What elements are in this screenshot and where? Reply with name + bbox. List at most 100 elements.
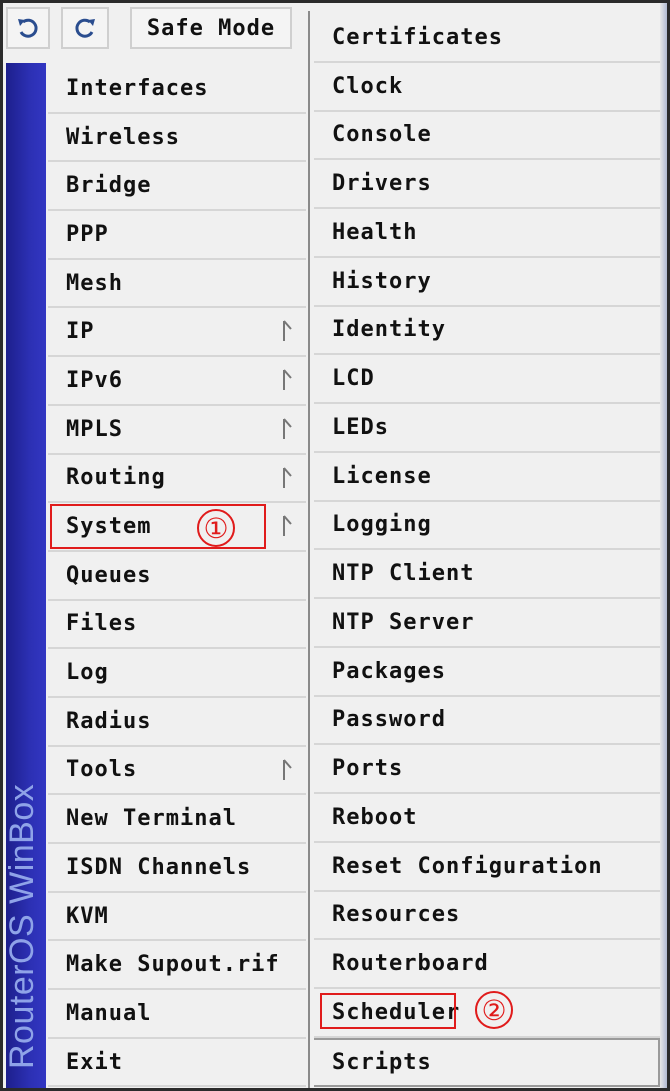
submenu-item-identity[interactable]: Identity [314,307,660,356]
submenu-item-label: NTP Client [332,561,475,587]
menu-item-label: Make Supout.rif [66,952,280,978]
submenu-item-label: Routerboard [332,951,489,977]
menu-item-exit[interactable]: Exit [48,1039,306,1088]
submenu-item-certificates[interactable]: Certificates [314,14,660,63]
window-edge [660,3,667,1088]
menu-item-label: Mesh [66,270,123,296]
submenu-arrow-icon [283,515,292,537]
submenu-item-routerboard[interactable]: Routerboard [314,940,660,989]
menu-item-label: Manual [66,1000,152,1026]
menu-item-wireless[interactable]: Wireless [48,114,306,163]
menu-item-label: Wireless [66,124,180,150]
system-submenu: Certificates Clock Console Drivers Health His… [308,11,662,1088]
submenu-arrow-icon [283,418,292,439]
menu-item-label: Bridge [66,173,152,199]
submenu-item-label: LCD [332,366,375,392]
menu-item-label: ISDN Channels [66,854,252,880]
submenu-item-label: Scripts [332,1049,432,1075]
menu-item-label: System [66,514,152,540]
menu-item-mesh[interactable]: Mesh [48,260,306,309]
menu-item-label: New Terminal [66,806,237,832]
submenu-item-label: Reboot [332,804,418,830]
menu-item-label: Queues [66,562,152,588]
menu-item-queues[interactable]: Queues [48,552,306,601]
submenu-item-ntp-server[interactable]: NTP Server [314,599,660,648]
annotation-marker-2: ② [475,991,513,1029]
submenu-item-label: Logging [332,512,432,538]
toolbar: Safe Mode [3,3,308,63]
menu-item-routing[interactable]: Routing [48,455,306,504]
submenu-item-label: Identity [332,317,446,343]
submenu-arrow-icon [283,466,292,488]
submenu-item-packages[interactable]: Packages [314,648,660,697]
menu-item-tools[interactable]: Tools [48,747,306,796]
submenu-item-label: Reset Configuration [332,853,603,879]
redo-icon [75,18,95,38]
menu-item-label: Tools [66,757,138,783]
submenu-item-label: License [332,463,432,489]
submenu-item-label: Password [332,707,446,733]
safe-mode-button[interactable]: Safe Mode [130,7,292,49]
menu-item-radius[interactable]: Radius [48,698,306,747]
submenu-item-label: Clock [332,73,404,99]
menu-item-ipv6[interactable]: IPv6 [48,357,306,406]
system-submenu-list: Certificates Clock Console Drivers Health His… [314,14,660,1087]
menu-item-make-supout-rif[interactable]: Make Supout.rif [48,941,306,991]
submenu-item-leds[interactable]: LEDs [314,404,660,453]
submenu-item-drivers[interactable]: Drivers [314,160,660,209]
submenu-item-scripts[interactable]: Scripts [314,1037,660,1087]
menu-item-isdn-channels[interactable]: ISDN Channels [48,844,306,893]
undo-icon [18,18,38,38]
menu-item-ip[interactable]: IP [48,308,306,358]
menu-item-manual[interactable]: Manual [48,990,306,1039]
menu-item-label: Routing [66,465,166,491]
submenu-item-label: Packages [332,658,446,684]
menu-item-label: MPLS [66,416,123,442]
brand-bar: RouterOS WinBox [6,63,46,1088]
menu-item-bridge[interactable]: Bridge [48,162,306,212]
submenu-item-lcd[interactable]: LCD [314,355,660,404]
submenu-item-label: Ports [332,756,404,782]
menu-item-mpls[interactable]: MPLS [48,406,306,455]
submenu-item-resources[interactable]: Resources [314,892,660,941]
menu-item-label: Interfaces [66,75,209,101]
submenu-item-label: Console [332,122,432,148]
menu-item-label: IP [66,319,95,345]
menu-item-system[interactable]: System [48,503,306,552]
menu-item-interfaces[interactable]: Interfaces [48,65,306,114]
annotation-marker-1: ① [197,509,235,547]
submenu-item-history[interactable]: History [314,258,660,307]
menu-item-label: IPv6 [66,367,123,393]
submenu-item-health[interactable]: Health [314,209,660,258]
menu-item-label: Files [66,611,138,637]
submenu-item-license[interactable]: License [314,453,660,502]
submenu-item-label: NTP Server [332,609,475,635]
submenu-arrow-icon [283,369,292,391]
menu-item-files[interactable]: Files [48,601,306,650]
menu-item-new-terminal[interactable]: New Terminal [48,795,306,844]
redo-button[interactable] [61,7,109,49]
submenu-item-ntp-client[interactable]: NTP Client [314,550,660,599]
menu-item-ppp[interactable]: PPP [48,211,306,260]
submenu-item-ports[interactable]: Ports [314,745,660,794]
submenu-item-reboot[interactable]: Reboot [314,794,660,843]
submenu-item-console[interactable]: Console [314,112,660,161]
menu-item-log[interactable]: Log [48,649,306,698]
undo-button[interactable] [6,7,50,49]
submenu-item-logging[interactable]: Logging [314,502,660,551]
winbox-window: Safe Mode RouterOS WinBox Interfaces Wire… [0,0,670,1091]
submenu-arrow-icon [283,758,292,780]
submenu-item-label: Health [332,219,418,245]
submenu-arrow-icon [283,320,292,342]
submenu-item-label: LEDs [332,414,389,440]
submenu-item-password[interactable]: Password [314,697,660,746]
menu-item-kvm[interactable]: KVM [48,893,306,942]
brand-text: RouterOS WinBox [6,783,41,1069]
menu-item-label: Log [66,660,109,686]
submenu-item-clock[interactable]: Clock [314,63,660,112]
menu-item-label: Radius [66,708,152,734]
submenu-item-label: Certificates [332,24,503,50]
submenu-item-reset-configuration[interactable]: Reset Configuration [314,843,660,892]
submenu-item-label: Resources [332,902,461,928]
menu-item-label: Exit [66,1049,123,1075]
